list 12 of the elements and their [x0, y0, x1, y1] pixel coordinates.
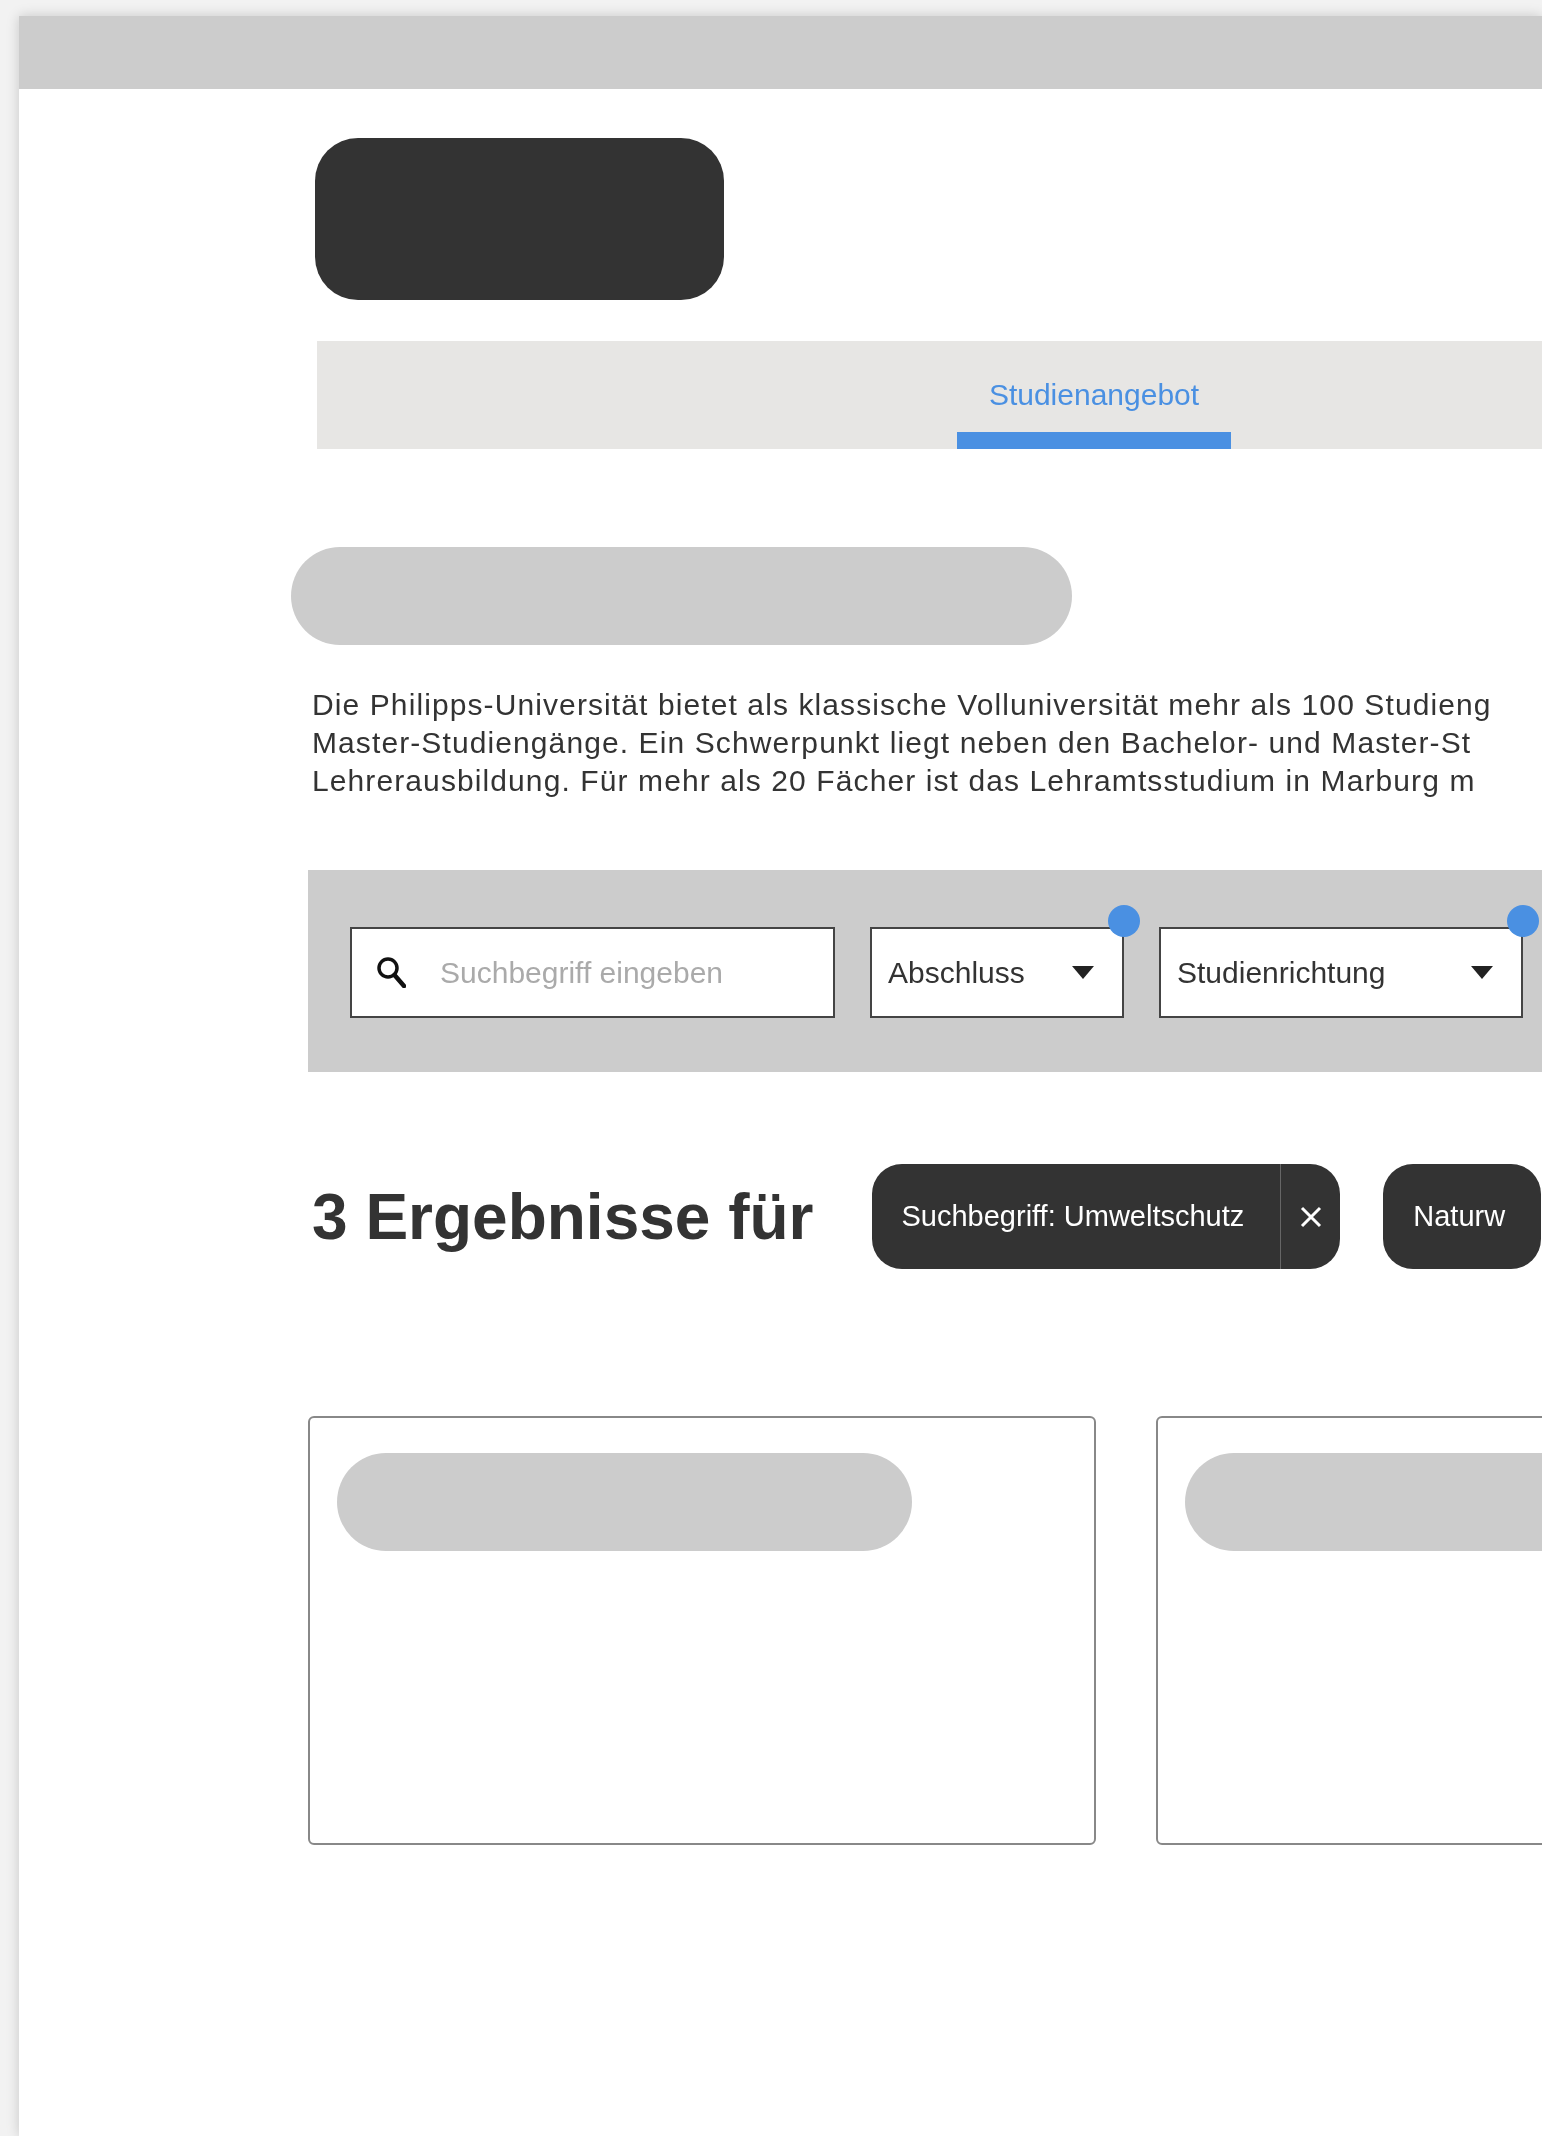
- close-icon: [1299, 1205, 1322, 1228]
- caret-icon: [1072, 966, 1094, 979]
- result-card[interactable]: [308, 1416, 1096, 1845]
- search-icon: [376, 956, 406, 988]
- chip-label: Naturw: [1412, 1200, 1507, 1233]
- filter-dropdown[interactable]: Abschluss: [870, 927, 1124, 1018]
- intro-text: Die Philipps-Universität bietet als klassische Volluniversität mehr als 100 Studieng Master-Studiengänge. Ein Schwerpunkt liegt neben den Bachelor- und Master-St Lehrerausbildung. Für mehr als 20 Fächer ist das Lehramtsstudium in Marburg m: [312, 687, 1493, 799]
- caret-icon: [1471, 966, 1493, 979]
- chip-label: Suchbegriff: Umweltschutz: [900, 1200, 1246, 1233]
- search-field[interactable]: Suchbegriff eingeben: [350, 927, 835, 1018]
- filter-dropdown[interactable]: Studienrichtung: [1159, 927, 1523, 1018]
- results-heading: 3 Ergebnisse für: [312, 1179, 814, 1254]
